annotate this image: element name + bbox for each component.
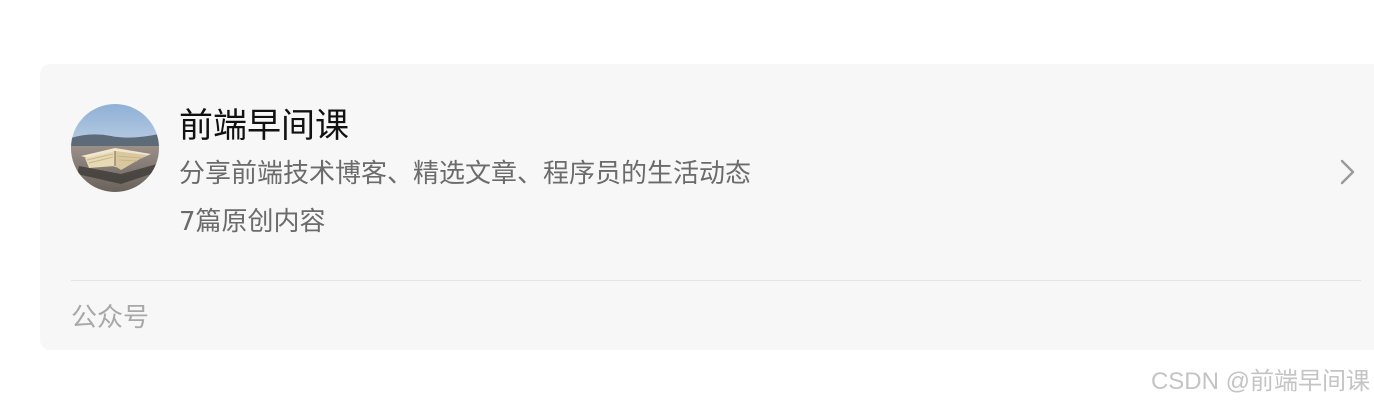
account-profile-link[interactable]: 前端早间课 分享前端技术博客、精选文章、程序员的生活动态 7篇原创内容	[40, 64, 1374, 280]
account-name: 前端早间课	[179, 106, 349, 146]
open-book-avatar-icon	[71, 104, 159, 192]
csdn-watermark: CSDN @前端早间课	[1150, 368, 1370, 395]
chevron-right-icon	[1340, 159, 1355, 185]
account-card: 前端早间课 分享前端技术博客、精选文章、程序员的生活动态 7篇原创内容 公众号	[40, 64, 1374, 350]
account-description: 分享前端技术博客、精选文章、程序员的生活动态	[179, 159, 752, 189]
divider	[71, 280, 1361, 281]
original-article-count: 7篇原创内容	[179, 207, 326, 237]
account-avatar	[71, 104, 159, 192]
account-type-label: 公众号	[71, 303, 150, 333]
